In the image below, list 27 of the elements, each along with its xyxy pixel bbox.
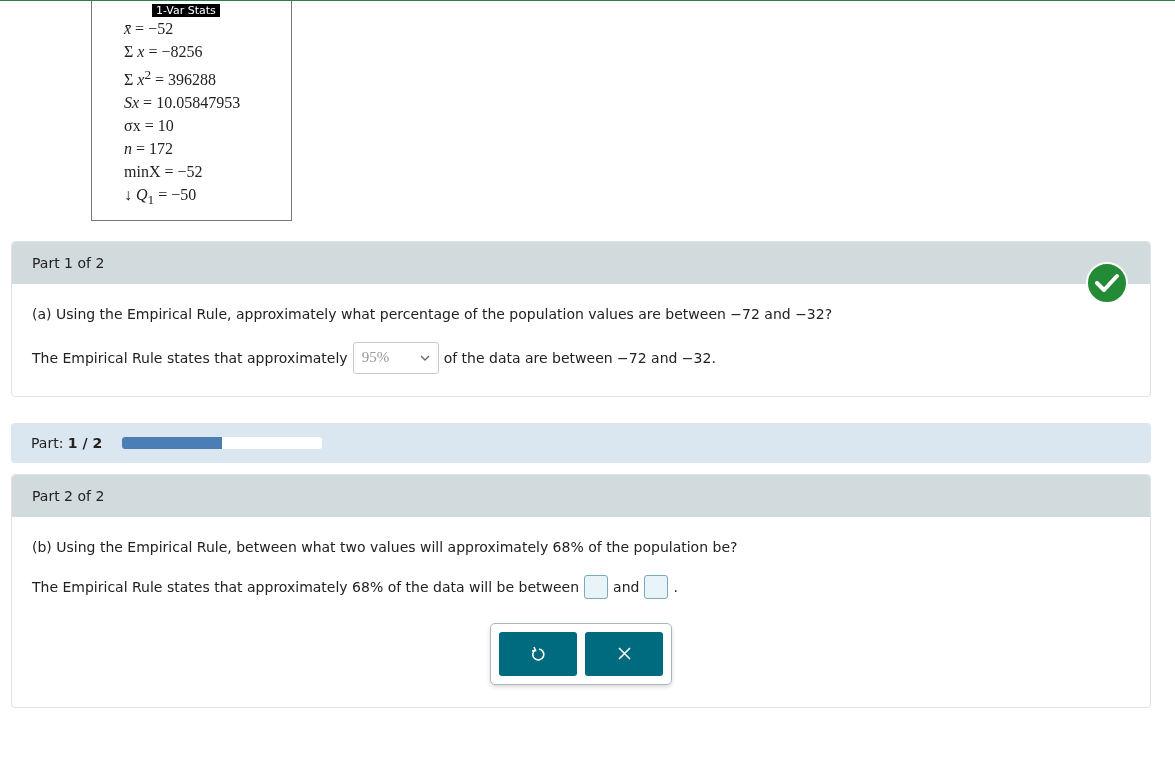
answer-text: The Empirical Rule states that approximately 68% of the data will be between [32, 578, 580, 595]
stat-line: x̄ = −52 [124, 19, 175, 39]
stat-line: Sx = 10.05847953 [124, 93, 242, 114]
answer-field[interactable] [584, 574, 609, 599]
answer-text: and [613, 578, 640, 595]
reset-button[interactable] [499, 631, 577, 676]
chevron-icon [419, 354, 430, 361]
question-text: (b) Using the Empirical Rule, between what two values will approximately 68% of the population be? [32, 538, 739, 555]
part-counter: Part: 1 / 2 [31, 434, 103, 451]
percentage-dropdown[interactable]: 95% [352, 341, 439, 374]
clear-button[interactable] [585, 631, 663, 676]
stat-line: σx = 10 [124, 116, 175, 137]
answer-field[interactable] [644, 574, 669, 599]
undo-icon [531, 646, 545, 661]
answer-text: of the data are between −72 and −32. [443, 349, 716, 366]
answer-text: The Empirical Rule states that approximately [32, 349, 348, 366]
part-header: Part 1 of 2 [12, 241, 1150, 284]
part-header: Part 2 of 2 [12, 474, 1150, 517]
stat-line: ↓ Q$_{1}$ = −50 [124, 185, 198, 210]
stat-line: minX = −52 [124, 162, 204, 183]
question-text: (a) Using the Empirical Rule, approximately what percentage of the population values are between −72 and −32? [32, 305, 834, 322]
answer-text: . [673, 578, 678, 595]
stats-title: 1-Var Stats [152, 4, 220, 17]
close-icon [617, 647, 631, 660]
stat-line: Σ x = −8256 [124, 42, 204, 62]
stat-line: Σ x$^{2}$ = 396288 [124, 66, 218, 91]
stat-line: n = 172 [124, 139, 175, 160]
